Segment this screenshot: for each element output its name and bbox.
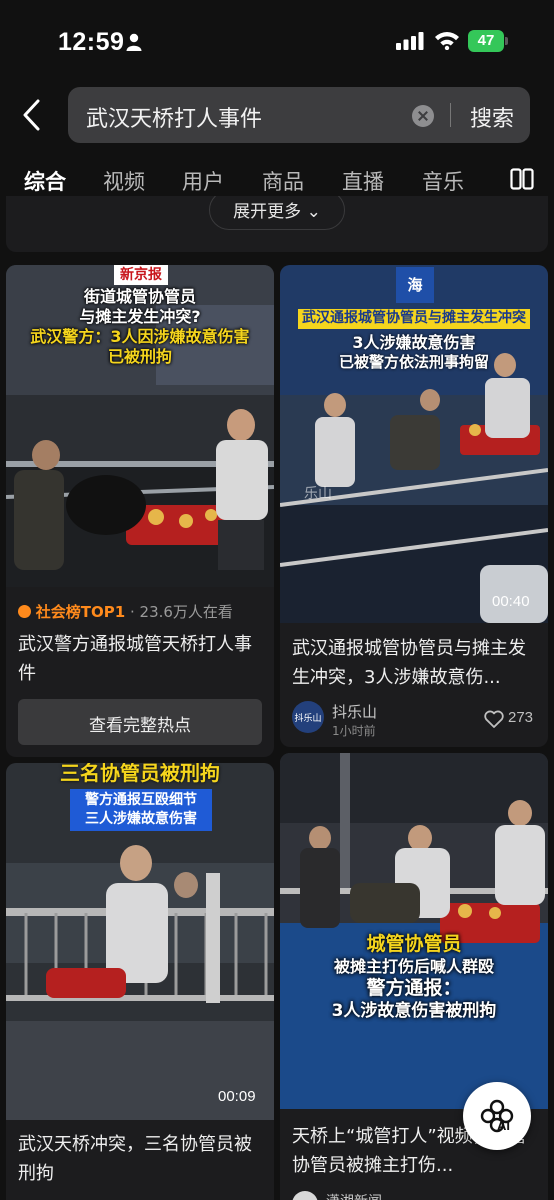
news-source-mark: 新京报: [114, 265, 168, 285]
caption-line: 街道城管协管员: [83, 287, 196, 306]
button-label: 查看完整热点: [89, 716, 191, 736]
tab-video[interactable]: 视频: [103, 166, 145, 196]
tab-users[interactable]: 用户: [182, 166, 224, 196]
expand-more-section: 展开更多 ⌄: [6, 196, 548, 252]
avatar-text: 抖乐山: [294, 714, 322, 724]
wifi-icon: [435, 32, 459, 50]
caption-line: 城管协管员: [366, 933, 462, 955]
search-header: 武汉天桥打人事件 搜索: [0, 84, 554, 146]
video-duration: 00:40: [492, 593, 530, 610]
caption-line: 与摊主发生冲突?: [79, 307, 201, 326]
caption-line: 武汉通报城管协管员与摊主发生冲突: [298, 309, 530, 329]
search-button[interactable]: 搜索: [470, 101, 514, 133]
tab-music[interactable]: 音乐: [422, 166, 464, 196]
like-count: 273: [508, 709, 534, 726]
caption-line: 武汉警方：3人因涉嫌故意伤害: [30, 327, 250, 346]
video-duration: 00:09: [218, 1088, 256, 1105]
search-query-text[interactable]: 武汉天桥打人事件: [86, 101, 262, 133]
video-caption: 武汉通报城管协管员与摊主发生冲突 3人涉嫌故意伤害 已被警方依法刑事拘留: [280, 309, 548, 371]
hot-badge-row: 社会榜TOP1 · 23.6万人在看: [18, 601, 233, 621]
author-avatar[interactable]: [292, 1191, 318, 1200]
video-thumbnail[interactable]: 新京报 街道城管协管员 与摊主发生冲突? 武汉警方：3人因涉嫌故意伤害 已被刑拘: [6, 265, 274, 587]
status-time: 12:59: [58, 28, 125, 56]
tab-comprehensive[interactable]: 综合: [24, 166, 66, 196]
card-title[interactable]: 武汉天桥冲突，三名协管员被刑拘: [18, 1131, 266, 1189]
person-icon: [126, 33, 142, 51]
clear-icon[interactable]: [412, 105, 434, 127]
video-caption: 街道城管协管员 与摊主发生冲突? 武汉警方：3人因涉嫌故意伤害 已被刑拘: [6, 287, 274, 367]
layout-toggle-icon[interactable]: [510, 168, 534, 190]
author-name[interactable]: 潇湘新闻: [326, 1191, 382, 1200]
author-avatar[interactable]: 抖乐山: [292, 701, 324, 733]
video-caption: 城管协管员 被摊主打伤后喊人群殴 警方通报： 3人涉故意伤害被刑拘: [280, 933, 548, 1022]
ai-assistant-button[interactable]: AI: [463, 1082, 531, 1150]
video-caption-title: 三名协管员被刑拘: [60, 763, 220, 785]
view-full-topic-button[interactable]: 查看完整热点: [18, 699, 262, 745]
heart-icon[interactable]: [484, 710, 504, 728]
card-title[interactable]: 武汉警方通报城管天桥打人事件: [18, 631, 266, 689]
cellular-signal-icon: [396, 32, 424, 50]
divider: [450, 103, 451, 127]
tab-products[interactable]: 商品: [262, 166, 304, 196]
caption-line: 警方通报互殴细节: [85, 792, 197, 808]
caption-line: 已被警方依法刑事拘留: [338, 352, 489, 371]
expand-more-button[interactable]: 展开更多 ⌄: [209, 196, 345, 230]
video-thumbnail[interactable]: 海 武汉通报城管协管员与摊主发生冲突 3人涉嫌故意伤害 已被警方依法刑事拘留 乐…: [280, 265, 548, 623]
caption-line: 3人涉故意伤害被刑拘: [331, 1000, 497, 1021]
ai-label: AI: [497, 1118, 510, 1133]
result-card-2[interactable]: 海 武汉通报城管协管员与摊主发生冲突 3人涉嫌故意伤害 已被警方依法刑事拘留 乐…: [280, 265, 548, 747]
caption-line: 3人涉嫌故意伤害: [352, 332, 476, 352]
view-count: · 23.6万人在看: [129, 603, 233, 621]
caption-line: 已被刑拘: [107, 347, 172, 366]
channel-logo: 海: [396, 267, 434, 303]
status-bar: 12:59 47: [0, 0, 554, 84]
result-card-1[interactable]: 新京报 街道城管协管员 与摊主发生冲突? 武汉警方：3人因涉嫌故意伤害 已被刑拘…: [6, 265, 274, 757]
tab-live[interactable]: 直播: [342, 166, 384, 196]
caption-line: 警方通报：: [366, 976, 462, 999]
result-card-3[interactable]: 三名协管员被刑拘 警方通报互殴细节 三人涉嫌故意伤害 00:09 武汉天桥冲突，…: [6, 763, 274, 1200]
search-input[interactable]: 武汉天桥打人事件 搜索: [68, 87, 530, 143]
caption-line: 被摊主打伤后喊人群殴: [333, 956, 494, 976]
hot-rank-badge: 社会榜TOP1: [35, 603, 126, 621]
caption-line: 三人涉嫌故意伤害: [85, 810, 197, 827]
battery-icon: 47: [468, 30, 508, 52]
scene-image: [280, 753, 548, 1109]
video-thumbnail[interactable]: 城管协管员 被摊主打伤后喊人群殴 警方通报： 3人涉故意伤害被刑拘: [280, 753, 548, 1109]
author-name[interactable]: 抖乐山: [332, 701, 377, 722]
card-title[interactable]: 武汉通报城管协管员与摊主发生冲突，3人涉嫌故意伤...: [292, 635, 540, 693]
back-arrow-icon[interactable]: [20, 98, 44, 132]
battery-level: 47: [468, 30, 504, 52]
watermark: 乐山: [304, 486, 332, 502]
video-caption: 警方通报互殴细节 三人涉嫌故意伤害: [70, 789, 212, 831]
video-thumbnail[interactable]: 三名协管员被刑拘 警方通报互殴细节 三人涉嫌故意伤害 00:09: [6, 763, 274, 1120]
fire-icon: [18, 605, 31, 618]
post-time: 1小时前: [332, 724, 376, 738]
